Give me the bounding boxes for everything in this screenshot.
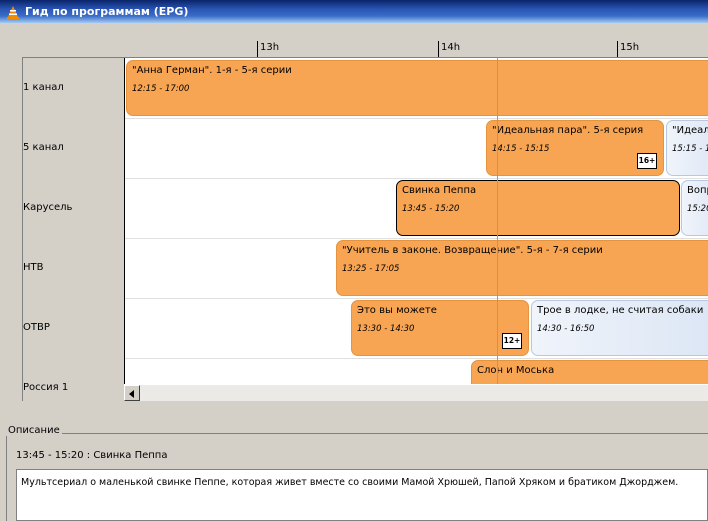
tick-13h: 13h xyxy=(257,41,279,57)
timeline-header: 13h 14h 15h xyxy=(125,37,708,57)
lane-separator xyxy=(125,298,708,299)
program-time: 14:30 - 16:50 xyxy=(537,324,595,334)
tick-15h: 15h xyxy=(617,41,639,57)
program-block[interactable]: Это вы можете 13:30 - 14:30 12+ xyxy=(351,300,529,356)
lane-separator xyxy=(125,238,708,239)
lane-separator xyxy=(125,358,708,359)
program-block[interactable]: "Идеальная пара". 5-я серия 14:15 - 15:1… xyxy=(486,120,664,176)
program-name: Вопр xyxy=(687,185,708,196)
vlc-cone-icon xyxy=(6,5,20,19)
program-block[interactable]: Слон и Моська xyxy=(471,360,708,384)
epg-grid: 1 канал 5 канал Карусель НТВ ОТВР Россия… xyxy=(22,57,708,401)
program-time: 13:45 - 15:20 xyxy=(402,204,460,214)
program-name: Это вы можете xyxy=(357,305,437,316)
description-legend: Описание xyxy=(6,425,62,436)
program-time: 15:15 - 15 xyxy=(672,144,708,154)
program-block-selected[interactable]: Свинка Пеппа 13:45 - 15:20 xyxy=(396,180,680,236)
window-title: Гид по программам (EPG) xyxy=(25,5,189,18)
description-text[interactable]: Мультсериал о маленькой свинке Пеппе, ко… xyxy=(16,469,708,521)
channel-5kanal[interactable]: 5 канал xyxy=(23,118,126,178)
scroll-left-arrow-icon[interactable] xyxy=(124,385,140,401)
lane-separator xyxy=(125,178,708,179)
channel-rossiya1[interactable]: Россия 1 xyxy=(23,358,126,418)
program-block[interactable]: "Учитель в законе. Возвращение". 5-я - 7… xyxy=(336,240,708,296)
age-rating-badge: 12+ xyxy=(502,333,522,349)
program-block[interactable]: Вопр 15:20 xyxy=(681,180,708,236)
channel-otvr[interactable]: ОТВР xyxy=(23,298,126,358)
channel-karusel[interactable]: Карусель xyxy=(23,178,126,238)
age-rating-badge: 16+ xyxy=(637,153,657,169)
program-name: Трое в лодке, не считая собаки xyxy=(537,305,704,316)
horizontal-scrollbar[interactable] xyxy=(124,384,708,401)
current-time-line xyxy=(497,58,498,384)
epg-window: 13h 14h 15h 1 канал 5 канал Карусель НТВ… xyxy=(0,23,708,521)
selected-program-heading: 13:45 - 15:20 : Свинка Пеппа xyxy=(16,450,168,461)
program-name: "Идеальн xyxy=(672,125,708,136)
program-time: 14:15 - 15:15 xyxy=(492,144,550,154)
program-block[interactable]: "Идеальн 15:15 - 15 xyxy=(666,120,708,176)
program-time: 15:20 xyxy=(687,204,708,214)
program-block[interactable]: Трое в лодке, не считая собаки 14:30 - 1… xyxy=(531,300,708,356)
program-time: 13:30 - 14:30 xyxy=(357,324,415,334)
program-name: "Учитель в законе. Возвращение". 5-я - 7… xyxy=(342,245,603,256)
program-name: Свинка Пеппа xyxy=(402,185,477,196)
program-lanes: "Анна Герман". 1-я - 5-я серии 12:15 - 1… xyxy=(124,58,708,384)
channel-1kanal[interactable]: 1 канал xyxy=(23,58,126,118)
title-bar: Гид по программам (EPG) xyxy=(0,0,708,23)
program-block[interactable]: "Анна Герман". 1-я - 5-я серии 12:15 - 1… xyxy=(126,60,708,116)
channel-ntv[interactable]: НТВ xyxy=(23,238,126,298)
program-time: 12:15 - 17:00 xyxy=(132,84,190,94)
program-name: "Идеальная пара". 5-я серия xyxy=(492,125,644,136)
channel-list: 1 канал 5 канал Карусель НТВ ОТВР Россия… xyxy=(23,58,126,402)
program-time: 13:25 - 17:05 xyxy=(342,264,400,274)
tick-14h: 14h xyxy=(438,41,460,57)
program-name: "Анна Герман". 1-я - 5-я серии xyxy=(132,65,292,76)
lane-separator xyxy=(125,118,708,119)
program-name: Слон и Моська xyxy=(477,365,555,376)
